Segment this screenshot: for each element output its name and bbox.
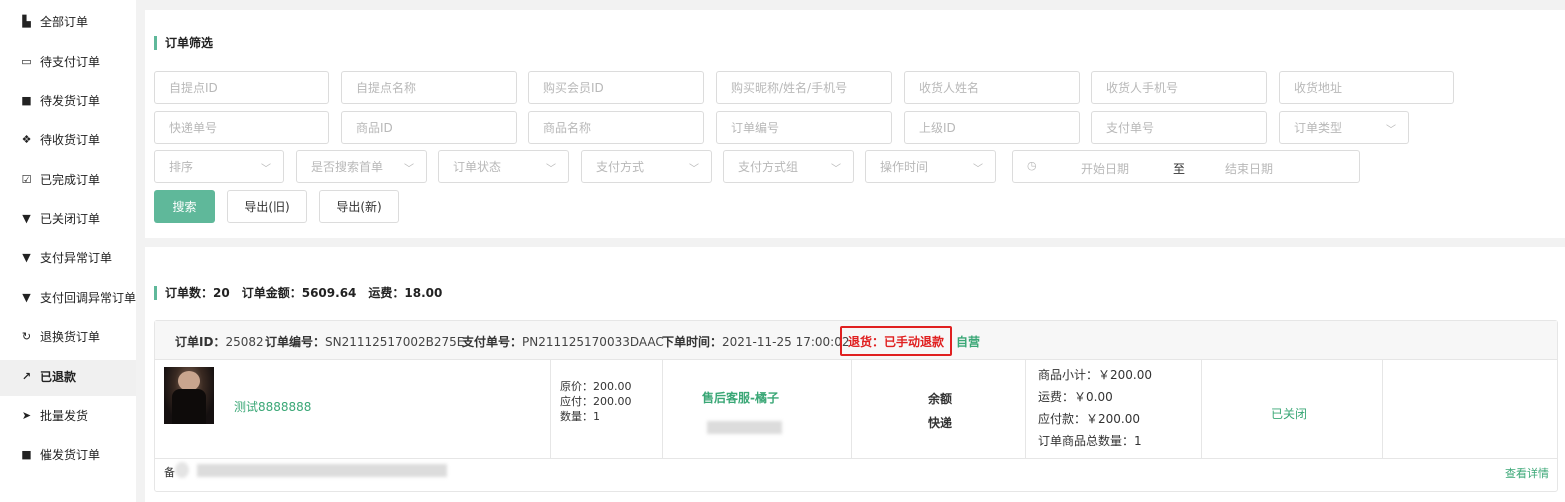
sidebar-item-closed[interactable]: ▼ 已关闭订单 [20,206,100,230]
remark-label: 备 [164,466,175,479]
operation-time-select[interactable]: 操作时间 ﹀ [865,150,996,183]
credit-card-icon: ▭ [21,54,32,68]
date-separator: 至 [1173,162,1186,176]
sidebar-item-label: 退换货订单 [40,329,101,344]
sidebar-item-returns[interactable]: ↻ 退换货订单 [20,324,100,348]
refresh-icon: ↻ [21,329,32,343]
start-date-input[interactable]: 开始日期 [1081,160,1129,177]
chevron-down-icon: ﹀ [546,164,556,175]
sidebar-item-all-orders[interactable]: ▙ 全部订单 [20,9,88,33]
order-type-select[interactable]: 订单类型 ﹀ [1279,111,1409,144]
check-square-icon: ☑ [21,172,32,186]
box-icon: ❖ [21,132,32,146]
redacted-remark [197,464,447,477]
sidebar-item-batch-ship[interactable]: ➤ 批量发货 [20,403,88,427]
payment-number: 支付单号：PN211125170033DAAC [462,335,664,349]
receiver-address-input[interactable] [1279,71,1454,104]
sidebar-item-pending-payment[interactable]: ▭ 待支付订单 [20,49,100,73]
send-icon: ➤ [21,408,32,422]
truck-icon: ■ [21,93,32,107]
order-no-input[interactable] [716,111,892,144]
sidebar-item-label: 催发货订单 [40,447,101,462]
pickup-point-id-input[interactable] [154,71,329,104]
parent-id-input[interactable] [904,111,1080,144]
buyer-info-input[interactable] [716,71,892,104]
sidebar: ▙ 全部订单 ▭ 待支付订单 ■ 待发货订单 ❖ 待收货订单 ☑ 已完成订单 ▼ 已关闭订单… [0,0,136,502]
end-date-input[interactable]: 结束日期 [1225,160,1273,177]
order-header: 订单ID：25082 订单编号：SN21112517002B275E 支付单号：… [155,321,1557,360]
sidebar-item-label: 待收货订单 [40,132,101,147]
product-id-input[interactable] [341,111,517,144]
trash-icon: ▼ [22,211,31,225]
chevron-down-icon: ﹀ [261,164,271,175]
payment-method: 余额 [928,392,953,406]
export-old-button[interactable]: 导出(旧) [227,190,307,223]
order-time: 下单时间：2021-11-25 17:00:02 [662,335,850,349]
sidebar-item-urge-shipment[interactable]: ■ 催发货订单 [20,442,100,466]
delivery-method: 快递 [928,416,953,430]
sidebar-item-label: 批量发货 [40,408,89,423]
chevron-down-icon: ﹀ [689,164,699,175]
sidebar-item-label: 已完成订单 [40,172,101,187]
view-details-link[interactable]: 查看详情 [1505,465,1549,481]
order-status: 已关闭 [1271,407,1308,421]
refund-status-badge: 退货：已手动退款 [840,326,952,356]
sidebar-item-callback-exception[interactable]: ▼ 支付回调异常订单 [20,285,136,309]
member-id-input[interactable] [528,71,704,104]
sidebar-item-label: 支付异常订单 [40,250,113,265]
receiver-phone-input[interactable] [1091,71,1267,104]
after-sales-service: 售后客服-橘子 [702,391,779,405]
order-number: 订单编号：SN21112517002B275E [265,335,465,349]
sidebar-item-label: 已关闭订单 [40,211,101,226]
chevron-down-icon: ﹀ [973,164,983,175]
pickup-point-name-input[interactable] [341,71,517,104]
product-name-input[interactable] [528,111,704,144]
sidebar-item-refunded[interactable]: ↗ 已退款 [20,364,76,388]
sidebar-item-payment-exception[interactable]: ▼ 支付异常订单 [20,245,112,269]
order-freight: 运费：18.00 [368,286,443,300]
export-new-button[interactable]: 导出(新) [319,190,399,223]
share-icon: ↗ [21,369,32,383]
order-count: 订单数：20 [165,286,230,300]
trash-icon: ▼ [22,250,31,264]
first-order-select[interactable]: 是否搜索首单 ﹀ [296,150,427,183]
clock-icon: ◷ [1027,159,1037,172]
file-icon: ▙ [22,14,31,28]
chevron-down-icon: ﹀ [831,164,841,175]
self-operated-tag: 自营 [956,335,981,349]
payment-group-select[interactable]: 支付方式组 ﹀ [723,150,854,183]
order-amount: 订单金额：5609.64 [241,286,357,300]
order-id: 订单ID：25082 [175,335,264,349]
sidebar-item-completed[interactable]: ☑ 已完成订单 [20,167,100,191]
payment-summary: 商品小计：￥200.00 运费：￥0.00 应付款：￥200.00 订单商品总数… [1038,368,1152,448]
sidebar-item-label: 待发货订单 [40,93,101,108]
filter-section-title: 订单筛选 [154,34,213,51]
price-info: 原价：200.00 应付：200.00 数量：1 [560,380,632,423]
filter-panel: 订单筛选 订单类型﹀ 排序﹀ 是否搜索首单﹀ 订单状态﹀ 支付方式﹀ 支付方式组… [145,10,1565,238]
tracking-no-input[interactable] [154,111,329,144]
sort-select[interactable]: 排序 ﹀ [154,150,284,183]
order-list-panel: 订单数：20 订单金额：5609.64 运费：18.00 订单ID：25082 … [145,247,1565,502]
chevron-down-icon: ﹀ [1386,125,1396,136]
sidebar-item-pending-receipt[interactable]: ❖ 待收货订单 [20,127,100,151]
order-card: 订单ID：25082 订单编号：SN21112517002B275E 支付单号：… [154,320,1558,492]
payment-no-input[interactable] [1091,111,1267,144]
order-status-select[interactable]: 订单状态 ﹀ [438,150,569,183]
product-name-link[interactable]: 测试8888888 [234,398,311,415]
date-range-picker[interactable]: ◷ 开始日期 至 结束日期 [1012,150,1360,183]
product-thumbnail[interactable] [164,367,214,424]
sidebar-item-label: 已退款 [40,369,77,384]
order-summary: 订单数：20 订单金额：5609.64 运费：18.00 [154,284,442,301]
sidebar-item-label: 待支付订单 [40,54,101,69]
sidebar-item-pending-shipment[interactable]: ■ 待发货订单 [20,88,100,112]
sidebar-item-label: 全部订单 [40,14,89,29]
truck-icon: ■ [21,447,32,461]
search-button[interactable]: 搜索 [154,190,215,223]
redacted-text [707,421,782,434]
sidebar-item-label: 支付回调异常订单 [40,290,137,305]
chevron-down-icon: ﹀ [404,164,414,175]
receiver-name-input[interactable] [904,71,1080,104]
trash-icon: ▼ [22,290,31,304]
payment-method-select[interactable]: 支付方式 ﹀ [581,150,712,183]
